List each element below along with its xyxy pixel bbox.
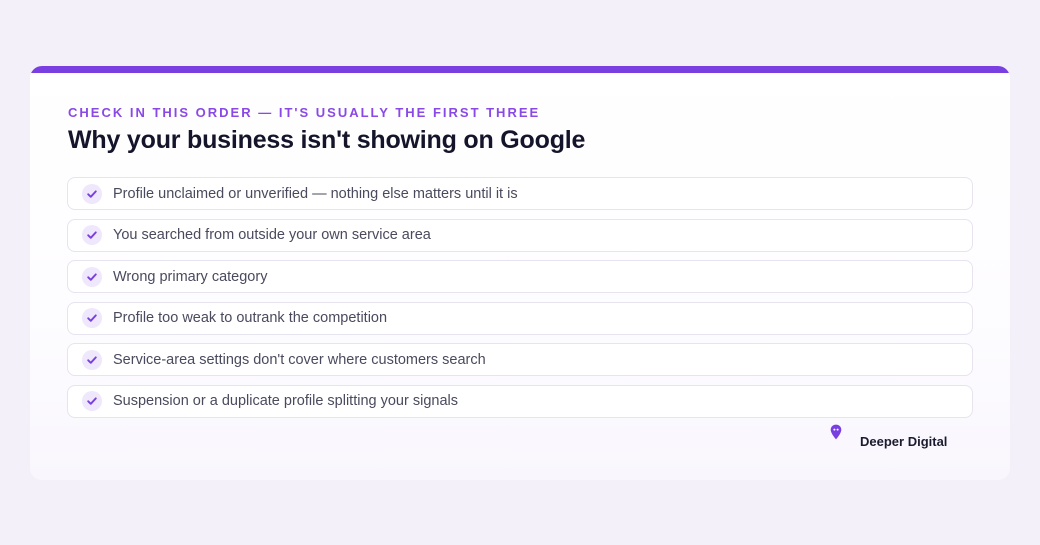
accent-bar	[30, 66, 1010, 73]
brand-logo: Deeper Digital	[830, 424, 948, 449]
list-item: Profile unclaimed or unverified — nothin…	[67, 177, 973, 210]
list-item: Profile too weak to outrank the competit…	[67, 301, 973, 335]
check-icon	[82, 391, 102, 411]
check-icon	[82, 349, 102, 370]
checklist-card: CHECK IN THIS ORDER — IT'S USUALLY THE F…	[30, 66, 1010, 480]
list-item: You searched from outside your own servi…	[67, 218, 973, 252]
check-icon	[82, 225, 102, 245]
list-item-text: You searched from outside your own servi…	[113, 227, 431, 243]
list-item-text: Wrong primary category	[113, 268, 268, 285]
card-title: Why your business isn't showing on Googl…	[68, 126, 586, 154]
check-icon	[82, 183, 102, 204]
list-item-text: Suspension or a duplicate profile splitt…	[113, 393, 458, 409]
list-item: Wrong primary category	[67, 260, 973, 293]
list-item-text: Profile unclaimed or unverified — nothin…	[113, 185, 518, 202]
list-item-text: Profile too weak to outrank the competit…	[113, 310, 388, 326]
list-item: Suspension or a duplicate profile splitt…	[67, 384, 973, 418]
reason-list: Profile unclaimed or unverified — nothin…	[67, 177, 973, 426]
brand-name: Deeper Digital	[860, 434, 948, 449]
check-icon	[82, 266, 102, 287]
list-item: Service-area settings don't cover where …	[67, 343, 973, 376]
map-pin-icon	[830, 424, 842, 445]
eyebrow-label: CHECK IN THIS ORDER — IT'S USUALLY THE F…	[68, 105, 541, 120]
check-icon	[82, 308, 102, 328]
list-item-text: Service-area settings don't cover where …	[113, 351, 486, 368]
